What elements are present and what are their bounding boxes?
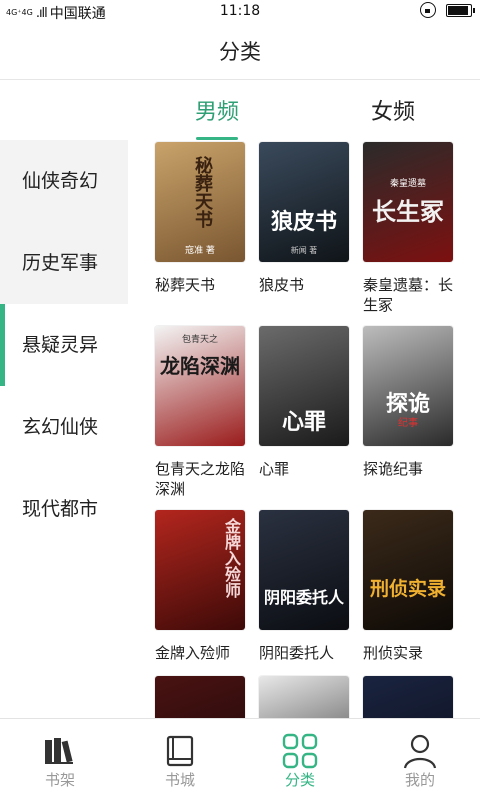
- book-cover[interactable]: 心罪: [259, 326, 349, 446]
- book-title[interactable]: 刑侦实录: [363, 643, 463, 663]
- book-cover[interactable]: 包青天之 龙陷深渊: [155, 326, 245, 446]
- category-item-xuanyi-lingyi[interactable]: 悬疑灵异: [0, 304, 128, 386]
- book-cover[interactable]: 秘葬天书 寇准 著: [155, 142, 245, 262]
- book-cover[interactable]: [259, 676, 349, 718]
- book-title[interactable]: 秦皇遗墓：长生冢: [363, 275, 463, 315]
- status-right: [420, 2, 475, 18]
- book-cover[interactable]: 长生冢 秦皇遗墓: [363, 142, 453, 262]
- nav-label: 分类: [284, 771, 315, 789]
- book-icon: [166, 735, 194, 767]
- category-grid-icon: [282, 733, 318, 769]
- book-title[interactable]: 心罪: [259, 459, 359, 479]
- book-card[interactable]: 探诡 纪事 探诡纪事: [363, 326, 463, 479]
- page-header: 分类: [0, 24, 480, 80]
- bookshelf-icon: [45, 738, 73, 764]
- book-card[interactable]: 长生冢 秦皇遗墓 秦皇遗墓：长生冢: [363, 142, 463, 315]
- cover-title: 阴阳委托人: [263, 588, 344, 607]
- nav-item-category[interactable]: 分类: [240, 719, 360, 800]
- book-title[interactable]: 金牌入殓师: [155, 643, 255, 663]
- category-item-xuanhuan-xianxia[interactable]: 玄幻仙侠: [0, 386, 128, 468]
- cover-subtitle: 秦皇遗墓: [389, 179, 426, 189]
- tab-female[interactable]: 女频: [338, 94, 448, 126]
- book-card[interactable]: 心罪 心罪: [259, 326, 359, 479]
- book-cover[interactable]: [155, 676, 245, 718]
- nav-item-bookstore[interactable]: 书城: [120, 719, 240, 800]
- book-title[interactable]: 探诡纪事: [363, 459, 463, 479]
- book-cover[interactable]: 刑侦实录: [363, 510, 453, 630]
- cover-title: 龙陷深渊: [160, 354, 240, 378]
- bottom-nav: 书架 书城 分类 我的: [0, 718, 480, 800]
- book-cover[interactable]: 阴阳委托人: [259, 510, 349, 630]
- book-card[interactable]: 刑侦实录 刑侦实录: [363, 510, 463, 663]
- book-card[interactable]: 金牌入殓师 金牌入殓师: [155, 510, 255, 663]
- book-card[interactable]: [155, 676, 255, 718]
- book-card[interactable]: 阴阳委托人 阴阳委托人: [259, 510, 359, 663]
- cover-subtitle: 纪事: [398, 418, 418, 429]
- book-title[interactable]: 秘葬天书: [155, 275, 255, 295]
- rotation-lock-icon: [420, 2, 436, 18]
- category-sidebar: 仙侠奇幻 历史军事 悬疑灵异 玄幻仙侠 现代都市: [0, 140, 128, 720]
- book-title[interactable]: 狼皮书: [259, 275, 359, 295]
- cover-subtitle: 包青天之: [181, 335, 218, 345]
- page-title: 分类: [219, 40, 261, 64]
- status-time: 11:18: [219, 3, 261, 19]
- tab-male[interactable]: 男频: [162, 94, 272, 126]
- nav-label: 书架: [44, 771, 75, 789]
- book-cover[interactable]: 金牌入殓师: [155, 510, 245, 630]
- book-card[interactable]: [363, 676, 463, 718]
- category-item-xianxia-qihuan[interactable]: 仙侠奇幻: [0, 140, 128, 222]
- gender-tabs: 男频 女频: [128, 80, 480, 140]
- category-item-lishi-junshi[interactable]: 历史军事: [0, 222, 128, 304]
- nav-label: 我的: [404, 771, 435, 789]
- book-title[interactable]: 阴阳委托人: [259, 643, 359, 663]
- status-bar: 4G⁺4G .ıll 中国联通 11:18: [0, 0, 480, 24]
- nav-item-profile[interactable]: 我的: [360, 719, 480, 800]
- cover-author: 寇准 著: [185, 246, 215, 256]
- cover-author: 新闻 著: [290, 246, 318, 255]
- cover-title: 狼皮书: [270, 209, 337, 235]
- cover-title: 长生冢: [372, 197, 444, 226]
- book-grid: 秘葬天书 寇准 著 秘葬天书 狼皮书 新闻 著 狼皮书 长生冢 秦皇遗墓 秦皇遗…: [128, 140, 480, 718]
- book-card[interactable]: 秘葬天书 寇准 著 秘葬天书: [155, 142, 255, 295]
- book-cover[interactable]: 狼皮书 新闻 著: [259, 142, 349, 262]
- book-cover[interactable]: 探诡 纪事: [363, 326, 453, 446]
- battery-level: [448, 5, 468, 15]
- cover-title: 刑侦实录: [369, 578, 446, 600]
- nav-item-bookshelf[interactable]: 书架: [0, 719, 120, 800]
- cover-title: 心罪: [281, 409, 326, 435]
- profile-icon: [403, 734, 437, 769]
- cover-title: 金牌入殓师: [222, 518, 241, 598]
- category-item-xiandai-dushi[interactable]: 现代都市: [0, 468, 128, 550]
- cover-title: 秘葬天书: [192, 156, 213, 228]
- battery-icon: [446, 3, 475, 17]
- book-card[interactable]: [259, 676, 359, 718]
- book-card[interactable]: 狼皮书 新闻 著 狼皮书: [259, 142, 359, 295]
- book-card[interactable]: 包青天之 龙陷深渊 包青天之龙陷深渊: [155, 326, 255, 499]
- book-title[interactable]: 包青天之龙陷深渊: [155, 459, 255, 499]
- nav-label: 书城: [164, 771, 195, 789]
- book-cover[interactable]: [363, 676, 453, 718]
